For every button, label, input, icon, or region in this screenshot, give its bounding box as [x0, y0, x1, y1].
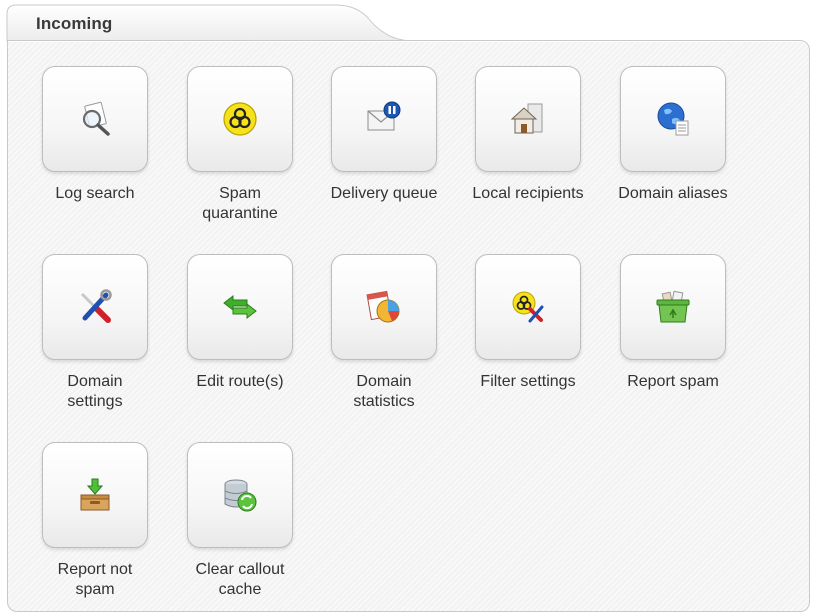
- delivery-queue-button[interactable]: [331, 66, 437, 172]
- globe-document-icon: [657, 102, 689, 136]
- report-spam-tile[interactable]: Report spam: [603, 254, 743, 392]
- spam-quarantine-tile[interactable]: Spam quarantine: [170, 66, 310, 224]
- edit-routes-button[interactable]: [187, 254, 293, 360]
- domain-aliases-label: Domain aliases: [618, 185, 728, 202]
- log-search-tile[interactable]: Log search: [25, 66, 165, 204]
- inbox-download-icon: [80, 478, 110, 511]
- clear-callout-cache-button[interactable]: [187, 442, 293, 548]
- edit-routes-tile[interactable]: Edit route(s): [170, 254, 310, 392]
- log-search-label: Log search: [55, 185, 135, 202]
- clear-callout-cache-label: Clear callout cache: [195, 561, 285, 598]
- domain-aliases-tile[interactable]: Domain aliases: [603, 66, 743, 204]
- filter-settings-button[interactable]: [475, 254, 581, 360]
- report-not-spam-button[interactable]: [42, 442, 148, 548]
- local-recipients-button[interactable]: [475, 66, 581, 172]
- magnifier-document-icon: [82, 101, 110, 136]
- report-not-spam-tile[interactable]: Report not spam: [25, 442, 165, 600]
- report-not-spam-label: Report not spam: [57, 561, 133, 598]
- biohazard-tools-icon: [512, 291, 544, 323]
- log-search-button[interactable]: [42, 66, 148, 172]
- delivery-queue-label: Delivery queue: [330, 185, 438, 202]
- wrench-screwdriver-icon: [80, 289, 112, 323]
- domain-settings-label: Domain settings: [67, 373, 123, 410]
- incoming-tab: Incoming: [6, 4, 406, 42]
- domain-statistics-label: Domain statistics: [353, 373, 415, 410]
- database-refresh-icon: [224, 479, 257, 512]
- edit-routes-label: Edit route(s): [196, 373, 284, 390]
- house-icon: [510, 103, 543, 134]
- pie-chart-icon: [366, 290, 400, 323]
- local-recipients-label: Local recipients: [472, 185, 584, 202]
- tile-panel: Log search Spam quarantine Delivery queu…: [7, 40, 810, 612]
- green-arrows-icon: [223, 294, 257, 320]
- clear-callout-cache-tile[interactable]: Clear callout cache: [170, 442, 310, 600]
- tab-title: Incoming: [36, 14, 113, 33]
- spam-quarantine-label: Spam quarantine: [202, 185, 278, 222]
- domain-statistics-button[interactable]: [331, 254, 437, 360]
- local-recipients-tile[interactable]: Local recipients: [458, 66, 598, 204]
- report-spam-label: Report spam: [627, 373, 719, 390]
- envelope-pause-icon: [367, 101, 401, 131]
- delivery-queue-tile[interactable]: Delivery queue: [314, 66, 454, 204]
- domain-statistics-tile[interactable]: Domain statistics: [314, 254, 454, 412]
- incoming-window: Incoming Log search Spam quarantine Deli…: [0, 0, 813, 613]
- report-spam-button[interactable]: [620, 254, 726, 360]
- domain-aliases-button[interactable]: [620, 66, 726, 172]
- domain-settings-tile[interactable]: Domain settings: [25, 254, 165, 412]
- recycle-bin-icon: [656, 290, 690, 323]
- filter-settings-label: Filter settings: [480, 373, 576, 390]
- filter-settings-tile[interactable]: Filter settings: [458, 254, 598, 392]
- spam-quarantine-button[interactable]: [187, 66, 293, 172]
- biohazard-icon: [223, 102, 257, 136]
- domain-settings-button[interactable]: [42, 254, 148, 360]
